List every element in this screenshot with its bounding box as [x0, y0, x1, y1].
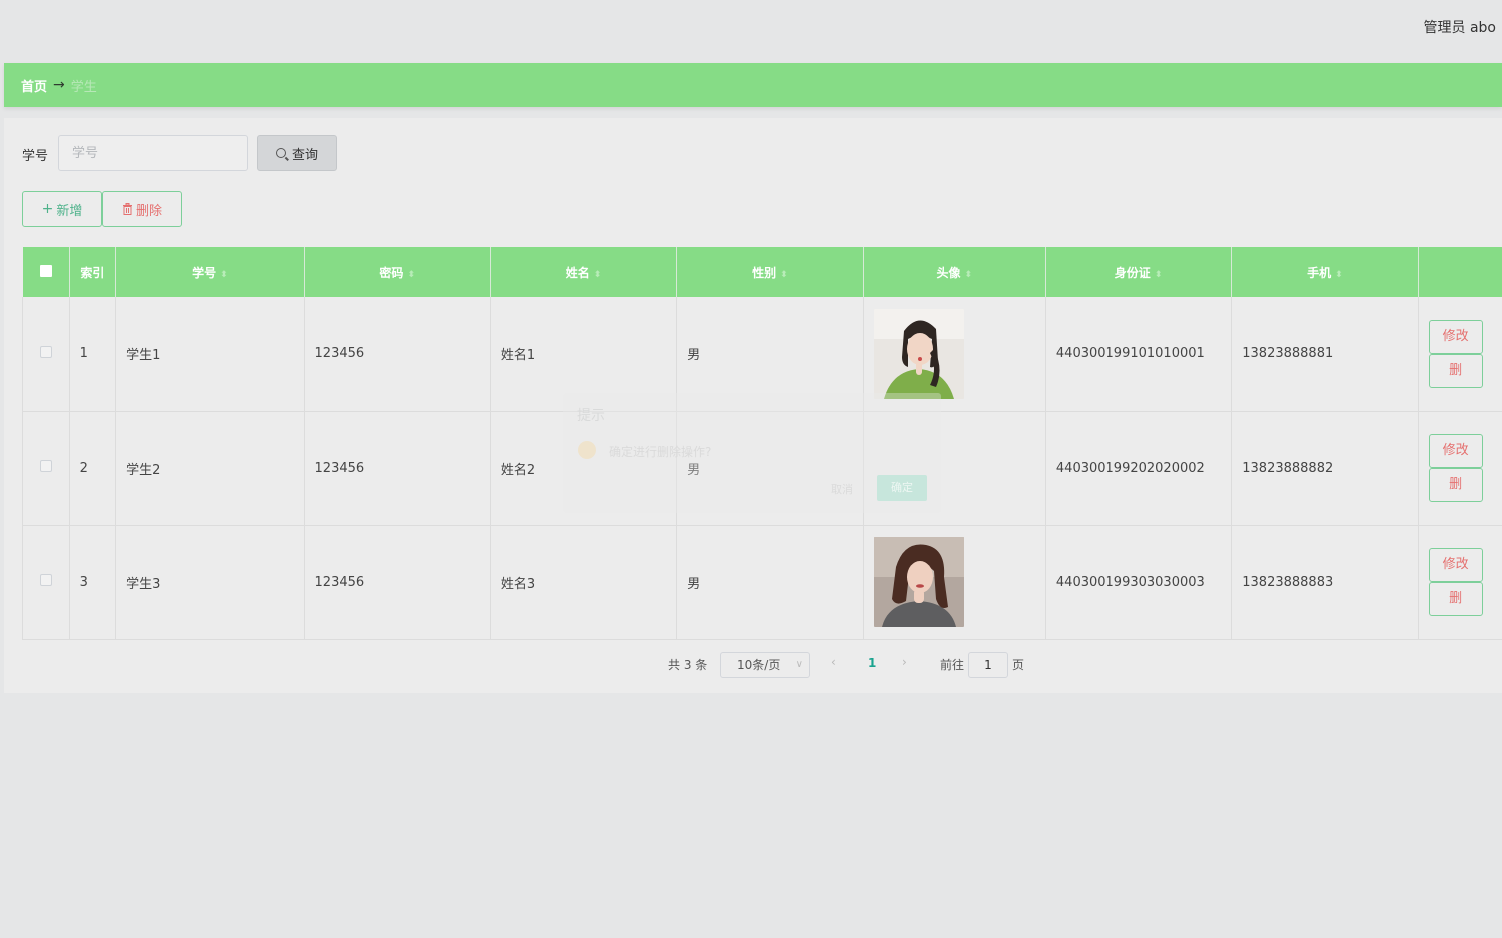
cell-index: 2 [69, 411, 117, 526]
sort-icon[interactable]: ⬍ [594, 270, 602, 280]
cell-student-no: 学生1 [115, 297, 305, 412]
goto-label: 前往 [940, 658, 965, 672]
add-button-label: 新增 [56, 203, 83, 219]
cell-actions: 修改删 [1418, 525, 1502, 640]
breadcrumb-current: 学生 [70, 79, 97, 95]
edit-button[interactable]: 修改 [1428, 434, 1483, 468]
top-bar: 管理员 abo [0, 0, 1502, 56]
pagination-total: 共 3 条 [668, 658, 708, 672]
cell-id-card: 440300199202020002 [1045, 411, 1233, 526]
checkbox-icon [39, 264, 52, 277]
column-header-student-no[interactable]: 学号 ⬍ [115, 247, 305, 297]
goto-page-input[interactable]: 1 [968, 652, 1008, 678]
cell-index: 1 [69, 297, 117, 412]
breadcrumb: 首页 → 学生 [4, 63, 1502, 107]
breadcrumb-home[interactable]: 首页 [21, 76, 47, 95]
cell-index: 3 [69, 525, 117, 640]
column-header-avatar[interactable]: 头像 ⬍ [863, 247, 1046, 297]
edit-button[interactable]: 修改 [1428, 319, 1483, 354]
next-page-icon[interactable]: › [902, 655, 907, 669]
row-delete-button[interactable]: 删 [1428, 353, 1483, 388]
cell-actions: 修改删 [1418, 297, 1502, 412]
column-header-phone[interactable]: 手机 ⬍ [1231, 247, 1419, 297]
dialog-message: 确定进行删除操作? [609, 445, 712, 459]
plus-icon: + [41, 201, 54, 217]
cell-phone: 13823888883 [1231, 525, 1419, 640]
avatar[interactable] [873, 308, 964, 399]
page-size-select[interactable]: 10条/页 ∨ [720, 652, 810, 678]
batch-delete-label: 删除 [135, 203, 162, 219]
cell-password: 123456 [304, 525, 491, 640]
column-header-index: 索引 [69, 247, 117, 297]
sort-icon[interactable]: ⬍ [1155, 270, 1163, 280]
warning-icon [578, 441, 596, 459]
page-suffix: 页 [1012, 658, 1025, 672]
row-delete-button[interactable]: 删 [1428, 582, 1483, 616]
cell-name: 姓名3 [490, 525, 678, 640]
confirm-dialog: 提示 确定进行删除操作? 取消 确定 [563, 393, 941, 513]
cell-id-card: 440300199303030003 [1045, 525, 1233, 640]
cell-phone: 13823888881 [1231, 297, 1419, 412]
cell-phone: 13823888882 [1231, 411, 1419, 526]
breadcrumb-arrow-icon: → [53, 77, 65, 93]
table-header-row: 索引 学号 ⬍ 密码 ⬍ 姓名 ⬍ 性别 ⬍ 头像 ⬍ 身份证 ⬍ 手机 ⬍ [22, 247, 1502, 297]
checkbox-icon [39, 574, 52, 586]
sort-icon[interactable]: ⬍ [1335, 270, 1343, 280]
search-icon [275, 148, 286, 158]
batch-delete-button[interactable]: 删除 [102, 191, 182, 227]
row-checkbox[interactable] [22, 297, 70, 412]
pagination: 共 3 条 10条/页 ∨ ‹ 1 › 前往 1 页 [4, 652, 1502, 678]
page-number[interactable]: 1 [868, 656, 876, 670]
cell-actions: 修改删 [1418, 411, 1502, 526]
column-header-password[interactable]: 密码 ⬍ [304, 247, 491, 297]
student-no-search-input[interactable] [58, 135, 248, 171]
edit-button[interactable]: 修改 [1428, 548, 1483, 582]
cell-password: 123456 [304, 297, 491, 412]
checkbox-icon [39, 345, 52, 358]
chevron-down-icon: ∨ [795, 659, 803, 670]
checkbox-icon [39, 460, 52, 472]
prev-page-icon[interactable]: ‹ [831, 655, 836, 669]
column-header-name[interactable]: 姓名 ⬍ [490, 247, 678, 297]
search-button-label: 查询 [291, 147, 318, 163]
cell-gender: 男 [676, 525, 864, 640]
row-delete-button[interactable]: 删 [1428, 468, 1483, 502]
user-info[interactable]: 管理员 abo [1424, 17, 1496, 37]
add-button[interactable]: + 新增 [22, 191, 102, 227]
dialog-confirm-button[interactable]: 确定 [877, 475, 927, 501]
column-header-id-card[interactable]: 身份证 ⬍ [1045, 247, 1233, 297]
sort-icon[interactable]: ⬍ [964, 270, 972, 280]
dialog-title: 提示 [577, 408, 605, 424]
cell-password: 123456 [304, 411, 491, 526]
search-button[interactable]: 查询 [257, 135, 337, 171]
dialog-cancel-button[interactable]: 取消 [831, 481, 853, 497]
row-checkbox[interactable] [22, 411, 70, 526]
column-header-gender[interactable]: 性别 ⬍ [676, 247, 864, 297]
select-all-checkbox[interactable] [22, 247, 70, 297]
sort-icon[interactable]: ⬍ [407, 270, 415, 280]
cell-student-no: 学生3 [115, 525, 305, 640]
sort-icon[interactable]: ⬍ [220, 270, 228, 280]
trash-icon [122, 203, 132, 215]
row-checkbox[interactable] [22, 525, 70, 640]
avatar[interactable] [873, 537, 964, 627]
table-row: 3 学生3 123456 姓名3 男 440300199303030003 13… [22, 525, 1502, 640]
sort-icon[interactable]: ⬍ [780, 270, 788, 280]
search-label: 学号 [22, 149, 49, 164]
cell-student-no: 学生2 [115, 411, 305, 526]
cell-avatar [863, 525, 1046, 640]
column-header-actions [1418, 247, 1502, 297]
cell-id-card: 440300199101010001 [1045, 297, 1233, 412]
